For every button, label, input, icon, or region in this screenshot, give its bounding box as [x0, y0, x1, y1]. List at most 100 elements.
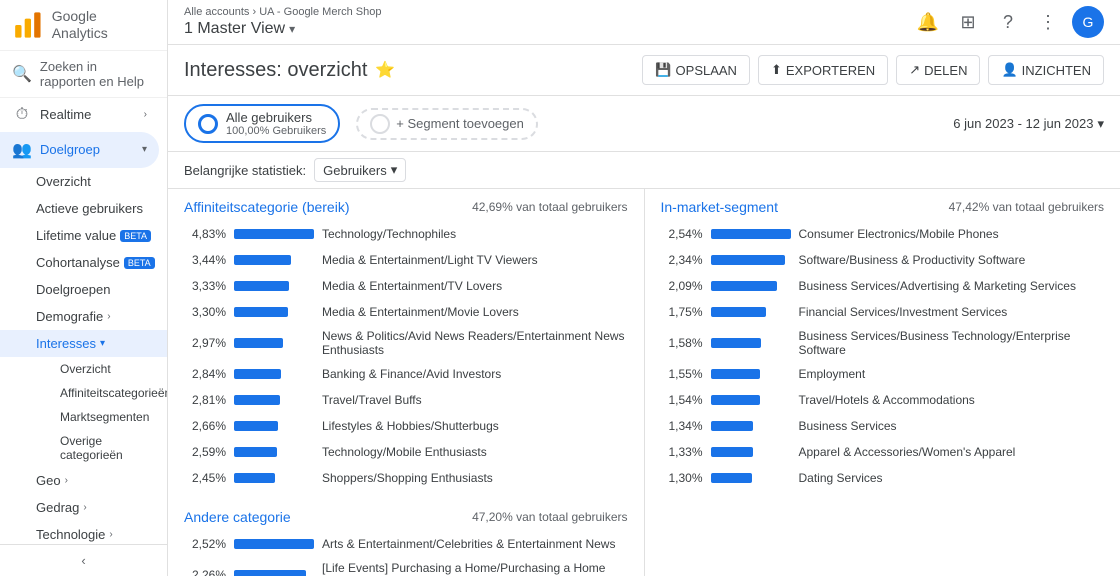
date-range-text: 6 jun 2023 - 12 jun 2023 — [953, 116, 1093, 131]
row-label: Technology/Mobile Enthusiasts — [322, 445, 628, 459]
row-bar — [234, 447, 277, 457]
row-percentage: 3,44% — [184, 253, 226, 267]
row-label: News & Politics/Avid News Readers/Entert… — [322, 329, 628, 357]
sidebar-navigation: ⏱ Realtime › 👥 Doelgroep ▾ Overzicht Act… — [0, 98, 167, 544]
table-row: 1,55% Employment — [645, 361, 1120, 387]
row-percentage: 2,59% — [184, 445, 226, 459]
sidebar-search[interactable]: 🔍 Zoeken in rapporten en Help — [0, 51, 167, 98]
sidebar-item-interesses[interactable]: Interesses ▾ — [0, 330, 167, 357]
sidebar-item-label-realtime: Realtime — [40, 107, 91, 122]
affiniteit-pct: 42,69% van totaal gebruikers — [472, 200, 627, 214]
row-label: Employment — [799, 367, 1105, 381]
table-row: 1,34% Business Services — [645, 413, 1120, 439]
table-row: 2,66% Lifestyles & Hobbies/Shutterbugs — [168, 413, 644, 439]
row-bar-container — [234, 447, 314, 457]
sidebar-item-actieve-gebruikers[interactable]: Actieve gebruikers — [0, 195, 167, 222]
row-bar-container — [711, 473, 791, 483]
affiniteit-section-header: Affiniteitscategorie (bereik) 42,69% van… — [168, 189, 644, 221]
sidebar-collapse-button[interactable]: ‹ — [0, 544, 167, 576]
help-icon[interactable]: ? — [992, 6, 1024, 38]
row-bar-container — [234, 421, 314, 431]
table-row: 1,30% Dating Services — [645, 465, 1120, 491]
lifetime-badge: BETA — [120, 230, 151, 242]
row-label: Business Services/Advertising & Marketin… — [799, 279, 1105, 293]
row-bar — [711, 281, 777, 291]
sidebar-item-cohortanalyse[interactable]: CohortanalyseBETA — [0, 249, 167, 276]
apps-icon[interactable]: ⊞ — [952, 6, 984, 38]
insights-button[interactable]: 👤 INZICHTEN — [988, 55, 1104, 85]
row-bar — [234, 307, 288, 317]
row-bar-container — [234, 473, 314, 483]
row-bar-container — [234, 570, 314, 576]
google-analytics-logo-icon — [12, 9, 44, 41]
page-title: Interesses: overzicht — [184, 59, 367, 82]
affiniteit-title: Affiniteitscategorie (bereik) — [184, 199, 349, 215]
segment-add-button[interactable]: + Segment toevoegen — [356, 108, 538, 140]
row-bar — [711, 395, 760, 405]
row-percentage: 3,33% — [184, 279, 226, 293]
table-row: 2,97% News & Politics/Avid News Readers/… — [168, 325, 644, 361]
sidebar-logo: Google Analytics — [0, 0, 167, 51]
table-row: 3,30% Media & Entertainment/Movie Lovers — [168, 299, 644, 325]
metric-select[interactable]: Gebruikers ▾ — [314, 158, 406, 182]
doelgroep-icon: 👥 — [12, 140, 32, 160]
table-row: 2,09% Business Services/Advertising & Ma… — [645, 273, 1120, 299]
sidebar-item-realtime[interactable]: ⏱ Realtime › — [0, 98, 159, 132]
row-label: Dating Services — [799, 471, 1105, 485]
row-label: Apparel & Accessories/Women's Apparel — [799, 445, 1105, 459]
row-bar-container — [234, 395, 314, 405]
more-options-icon[interactable]: ⋮ — [1032, 6, 1064, 38]
row-label: Media & Entertainment/Movie Lovers — [322, 305, 628, 319]
sidebar-item-doelgroep[interactable]: 👥 Doelgroep ▾ — [0, 132, 159, 168]
row-label: Consumer Electronics/Mobile Phones — [799, 227, 1105, 241]
andere-title: Andere categorie — [184, 509, 291, 525]
sidebar-item-interesses-overzicht[interactable]: Overzicht — [0, 357, 167, 381]
metric-selected-value: Gebruikers — [323, 163, 387, 178]
andere-section-header: Andere categorie 47,20% van totaal gebru… — [168, 499, 644, 531]
segment-name: Alle gebruikers — [226, 110, 326, 125]
sidebar-item-geo[interactable]: Geo › — [0, 467, 167, 494]
row-bar — [234, 539, 314, 549]
notifications-icon[interactable]: 🔔 — [912, 6, 944, 38]
sidebar-item-doelgroepen[interactable]: Doelgroepen — [0, 276, 167, 303]
row-label: Shoppers/Shopping Enthusiasts — [322, 471, 628, 485]
row-percentage: 1,55% — [661, 367, 703, 381]
row-label: Technology/Technophiles — [322, 227, 628, 241]
left-panel: Affiniteitscategorie (bereik) 42,69% van… — [168, 189, 645, 576]
row-bar — [711, 421, 753, 431]
sidebar-item-lifetime-value[interactable]: Lifetime valueBETA — [0, 222, 167, 249]
realtime-icon: ⏱ — [12, 106, 32, 124]
content-area: Affiniteitscategorie (bereik) 42,69% van… — [168, 189, 1120, 576]
page-actions: 💾 OPSLAAN ⬆ EXPORTEREN ↗ DELEN 👤 INZICHT… — [642, 55, 1104, 85]
sidebar-item-overzicht[interactable]: Overzicht — [0, 168, 167, 195]
sidebar-item-demografie[interactable]: Demografie › — [0, 303, 167, 330]
date-range-picker[interactable]: 6 jun 2023 - 12 jun 2023 ▾ — [953, 116, 1104, 132]
table-row: 1,33% Apparel & Accessories/Women's Appa… — [645, 439, 1120, 465]
save-button[interactable]: 💾 OPSLAAN — [642, 55, 750, 85]
row-label: Business Services/Business Technology/En… — [799, 329, 1105, 357]
sidebar-item-gedrag[interactable]: Gedrag › — [0, 494, 167, 521]
app-name: Google Analytics — [52, 8, 155, 42]
row-bar — [234, 255, 291, 265]
topbar-actions: 🔔 ⊞ ? ⋮ G — [912, 6, 1104, 38]
sidebar-item-affiniteitscategorieen[interactable]: Affiniteitscategorieën — [0, 381, 167, 405]
table-row: 2,81% Travel/Travel Buffs — [168, 387, 644, 413]
view-title[interactable]: 1 Master View ▾ — [184, 20, 381, 38]
row-percentage: 1,54% — [661, 393, 703, 407]
profile-avatar[interactable]: G — [1072, 6, 1104, 38]
row-bar — [711, 255, 785, 265]
segment-add-circle-icon — [370, 114, 390, 134]
inmarket-pct: 47,42% van totaal gebruikers — [949, 200, 1104, 214]
row-label: Travel/Hotels & Accommodations — [799, 393, 1105, 407]
sidebar-item-marktsegmenten[interactable]: Marktsegmenten — [0, 405, 167, 429]
sidebar-item-technologie[interactable]: Technologie › — [0, 521, 167, 544]
row-bar-container — [234, 369, 314, 379]
segment-all-users[interactable]: Alle gebruikers 100,00% Gebruikers — [184, 104, 340, 143]
row-bar-container — [234, 255, 314, 265]
sidebar-item-overige-categorieen[interactable]: Overige categorieën — [0, 429, 167, 467]
inmarket-title: In-market-segment — [661, 199, 778, 215]
export-button[interactable]: ⬆ EXPORTEREN — [758, 55, 888, 85]
affiniteit-rows: 4,83% Technology/Technophiles 3,44% Medi… — [168, 221, 644, 491]
share-button[interactable]: ↗ DELEN — [896, 55, 980, 85]
row-bar — [711, 369, 760, 379]
